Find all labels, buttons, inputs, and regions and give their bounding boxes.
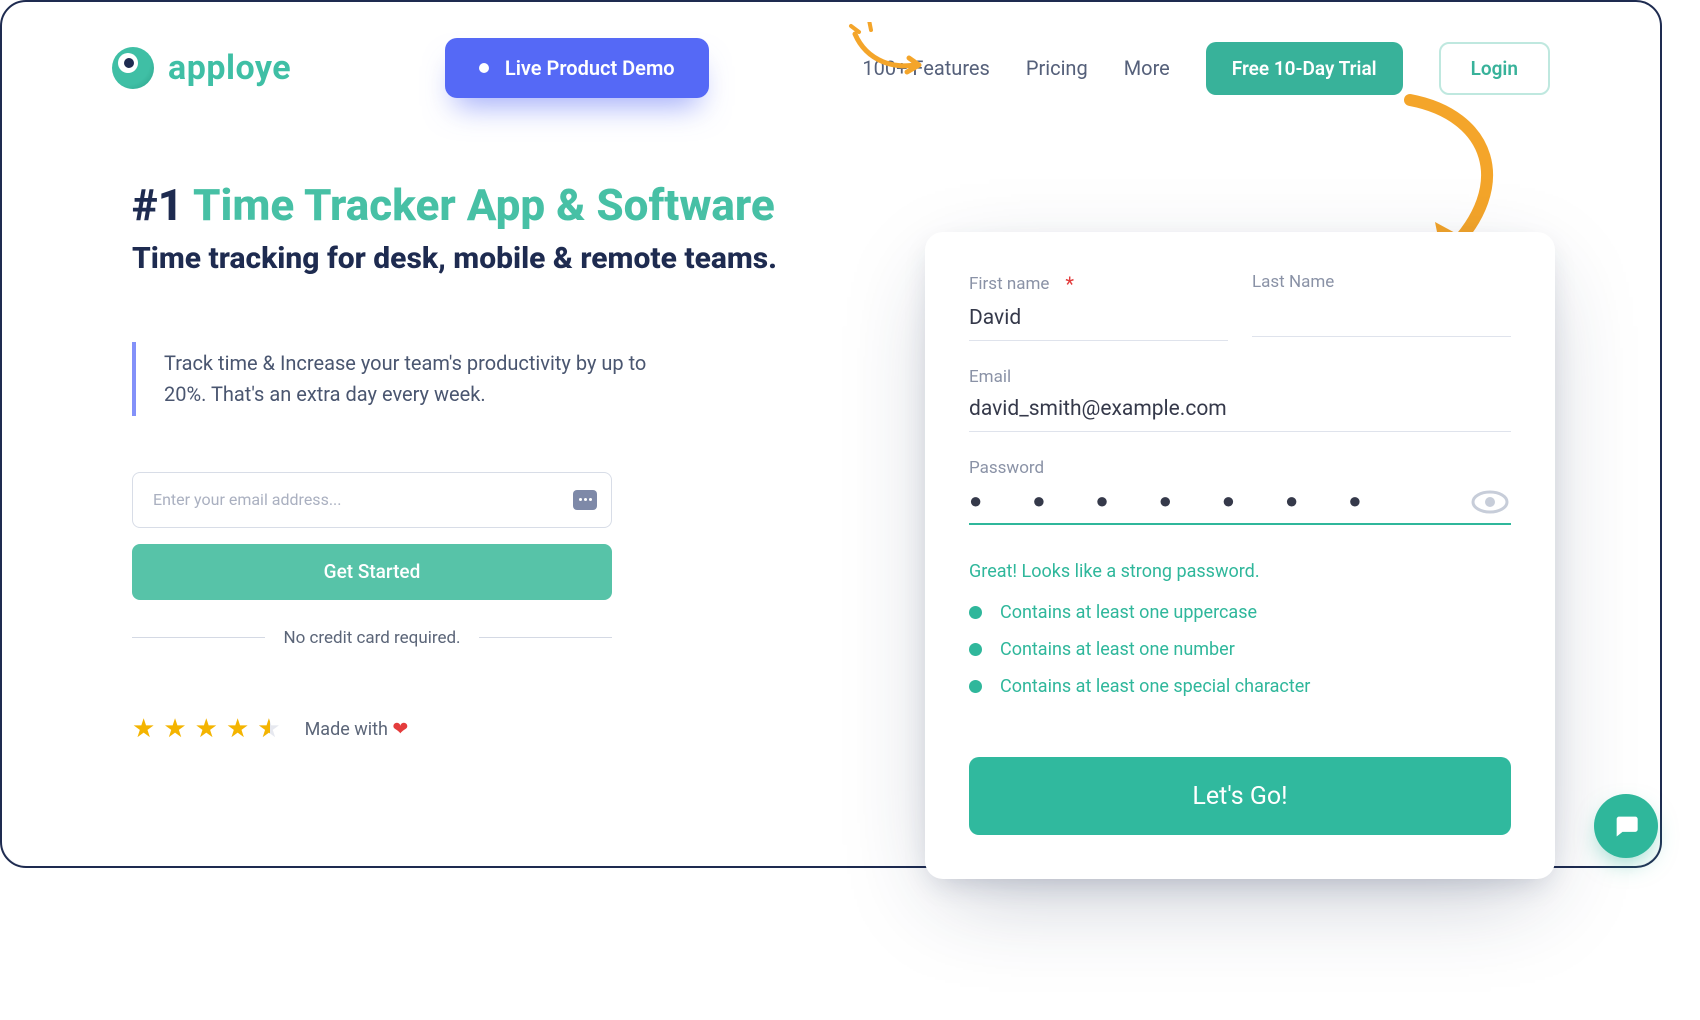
nav: 100+ Features Pricing More Free 10-Day T…	[862, 42, 1550, 95]
chat-button[interactable]	[1594, 794, 1658, 858]
first-name-label-text: First name	[969, 274, 1049, 294]
hero-subtitle: Time tracking for desk, mobile & remote …	[132, 239, 792, 280]
nav-more[interactable]: More	[1124, 56, 1170, 80]
required-icon: *	[1065, 272, 1074, 296]
eye-icon[interactable]	[1471, 489, 1509, 515]
last-name-label: Last Name	[1252, 272, 1511, 292]
check-uppercase-label: Contains at least one uppercase	[1000, 602, 1257, 623]
first-name-label: First name *	[969, 272, 1228, 296]
logo[interactable]: apploye	[112, 47, 291, 89]
check-special-label: Contains at least one special character	[1000, 676, 1310, 697]
star-icon: ★	[226, 714, 249, 744]
last-name-input[interactable]	[1252, 296, 1511, 337]
rating-stars: ★ ★ ★ ★ ★ ★ Made with ❤	[132, 714, 792, 744]
no-credit-card-label: No credit card required.	[283, 628, 460, 648]
check-number: Contains at least one number	[969, 639, 1511, 660]
star-icon: ★	[195, 714, 218, 744]
made-with-text: Made with ❤	[305, 717, 409, 740]
live-demo-button[interactable]: Live Product Demo	[445, 38, 709, 98]
hero-title-num: #1	[132, 179, 183, 231]
check-uppercase: Contains at least one uppercase	[969, 602, 1511, 623]
free-trial-button[interactable]: Free 10-Day Trial	[1206, 42, 1403, 95]
password-label: Password	[969, 458, 1511, 478]
hero-quote: Track time & Increase your team's produc…	[132, 342, 692, 416]
chat-icon	[1612, 812, 1640, 840]
login-link[interactable]: Login	[1439, 42, 1550, 95]
sparkle-arrow-icon	[847, 22, 927, 82]
logo-text: apploye	[168, 48, 291, 88]
email-label: Email	[969, 367, 1511, 387]
star-icon: ★	[132, 714, 155, 744]
password-checks: Contains at least one uppercase Contains…	[969, 602, 1511, 697]
signup-email-input[interactable]	[969, 391, 1511, 432]
made-with-label: Made with	[305, 719, 388, 740]
keyboard-icon	[573, 490, 597, 510]
nav-pricing[interactable]: Pricing	[1026, 56, 1088, 80]
star-icon: ★	[163, 714, 186, 744]
hero-title-teal: Time Tracker App & Software	[193, 179, 775, 231]
live-demo-label: Live Product Demo	[505, 56, 675, 80]
dot-icon	[479, 63, 489, 73]
header: apploye Live Product Demo 100+ Features …	[2, 2, 1660, 108]
lets-go-button[interactable]: Let's Go!	[969, 757, 1511, 835]
star-half-icon: ★ ★	[257, 714, 280, 744]
get-started-button[interactable]: Get Started	[132, 544, 612, 600]
logo-icon	[112, 47, 154, 89]
email-input-wrap[interactable]	[132, 472, 612, 528]
password-input[interactable]	[969, 482, 1511, 525]
check-special: Contains at least one special character	[969, 676, 1511, 697]
first-name-input[interactable]	[969, 300, 1228, 341]
no-credit-card-text: No credit card required.	[132, 628, 612, 648]
hero-title: #1 Time Tracker App & Software	[132, 178, 792, 233]
email-input[interactable]	[153, 490, 573, 509]
password-strength-text: Great! Looks like a strong password.	[969, 561, 1511, 582]
check-number-label: Contains at least one number	[1000, 639, 1235, 660]
heart-icon: ❤	[392, 717, 408, 740]
signup-card: First name * Last Name Email Password	[925, 232, 1555, 879]
